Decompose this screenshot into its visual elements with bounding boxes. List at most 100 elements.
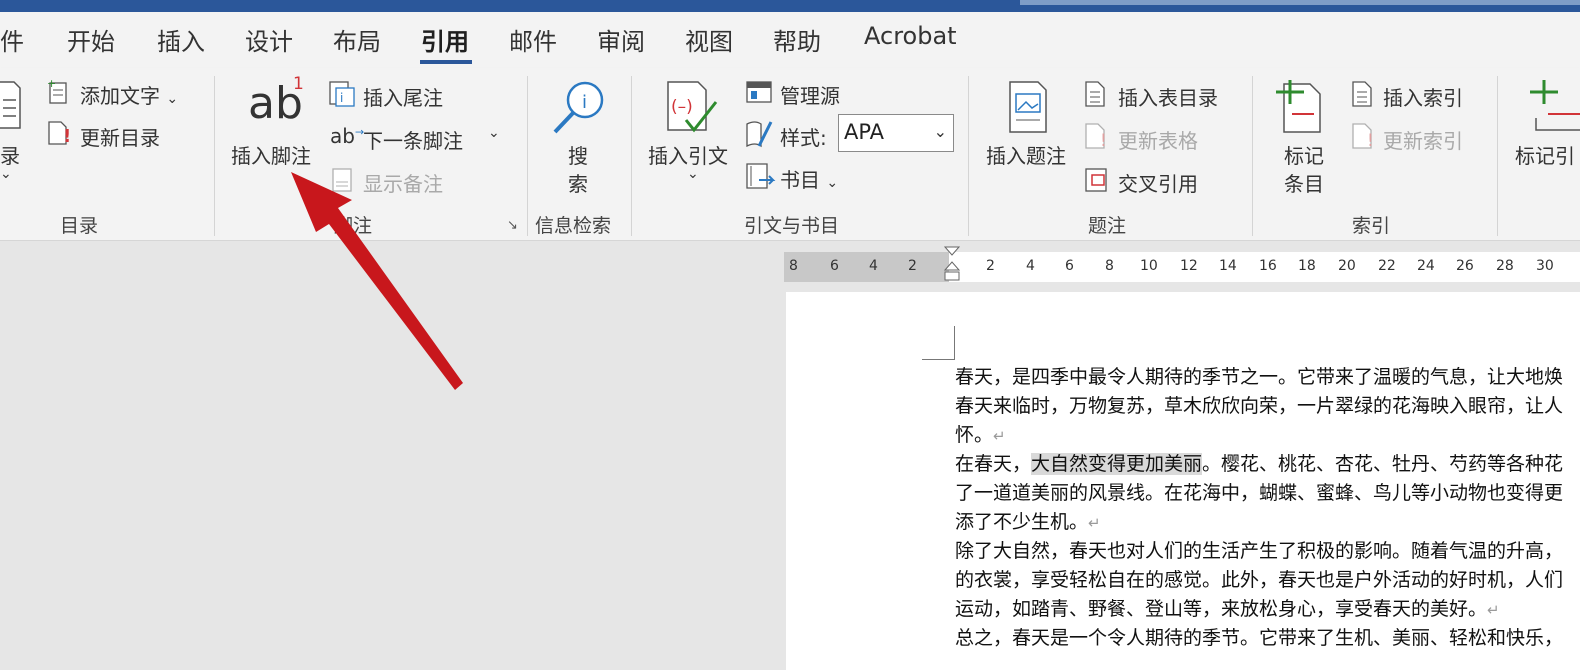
group-separator bbox=[1252, 76, 1253, 236]
document-line-text: 添了不少生机。 bbox=[955, 511, 1089, 533]
group-label-captions: 题注 bbox=[1088, 215, 1127, 237]
insert-table-of-figures-button[interactable]: 插入表目录 bbox=[1118, 82, 1218, 111]
update-toc-button[interactable]: 更新目录 bbox=[80, 122, 160, 151]
ruler-number: 14 bbox=[1219, 258, 1237, 274]
next-footnote-button[interactable]: 下一条脚注 bbox=[363, 125, 463, 154]
next-footnote-icon: ab→ bbox=[330, 124, 365, 148]
svg-text:!: ! bbox=[1100, 131, 1107, 150]
tab-references[interactable]: 引用 bbox=[421, 22, 469, 57]
ruler-number: 10 bbox=[1140, 258, 1158, 274]
mark-citation-button[interactable]: 标记引 bbox=[1515, 140, 1575, 169]
document-line[interactable]: 的衣裳，享受轻松自在的感觉。此外，春天也是户外活动的好时机，人们 bbox=[955, 566, 1563, 595]
document-line[interactable]: 春天，是四季中最令人期待的季节之一。它带来了温暖的气息，让大地焕 bbox=[955, 363, 1563, 392]
ruler-number: 6 bbox=[830, 258, 839, 274]
tab-help[interactable]: 帮助 bbox=[773, 22, 821, 57]
group-separator bbox=[1497, 76, 1498, 236]
tab-insert[interactable]: 插入 bbox=[157, 22, 205, 57]
ribbon: 录 ⌄ + 添加文字 ⌄ ! 更新目录 目录 ab 1 插入脚注 i 插入尾注 … bbox=[0, 68, 1580, 241]
document-line[interactable]: 春天来临时，万物复苏，草木欣欣向荣，一片翠绿的花海映入眼帘，让人 bbox=[955, 392, 1563, 421]
insert-citation-icon: (–) bbox=[667, 81, 718, 133]
document-line-text: 春天，是四季中最令人期待的季节之一。它带来了温暖的气息，让大地焕 bbox=[955, 366, 1564, 388]
document-line-text: 。樱花、桃花、杏花、牡丹、芍药等各种花 bbox=[1202, 453, 1564, 475]
insert-endnote-button[interactable]: 插入尾注 bbox=[363, 82, 443, 111]
bibliography-button[interactable]: 书目 ⌄ bbox=[780, 164, 838, 193]
update-index-icon: ! bbox=[1352, 123, 1374, 150]
document-line[interactable]: 了一道道美丽的风景线。在花海中，蝴蝶、蜜蜂、鸟儿等小动物也变得更 bbox=[955, 479, 1563, 508]
ruler-number: 8 bbox=[1105, 258, 1114, 274]
document-line-text: 除了大自然，春天也对人们的生活产生了积极的影响。随着气温的升高， bbox=[955, 540, 1564, 562]
tab-acrobat[interactable]: Acrobat bbox=[864, 22, 957, 50]
citation-style-label: 样式: bbox=[780, 126, 827, 150]
group-separator bbox=[968, 76, 969, 236]
ruler-number: 4 bbox=[1026, 258, 1035, 274]
insert-table-of-figures-icon bbox=[1085, 81, 1105, 107]
insert-index-button[interactable]: 插入索引 bbox=[1383, 82, 1463, 111]
ruler-margin-area bbox=[784, 252, 949, 282]
search-button-label-2[interactable]: 索 bbox=[568, 168, 588, 197]
document-line-text: 的衣裳，享受轻松自在的感觉。此外，春天也是户外活动的好时机，人们 bbox=[955, 569, 1564, 591]
svg-text:!: ! bbox=[1367, 131, 1374, 150]
tab-home[interactable]: 开始 bbox=[67, 22, 115, 57]
toc-button-label[interactable]: 录 bbox=[0, 140, 20, 169]
footnotes-dialog-launcher-icon[interactable]: ↘ bbox=[507, 218, 518, 233]
insert-caption-icon bbox=[1009, 81, 1047, 133]
document-line[interactable]: 在春天，大自然变得更加美丽。樱花、桃花、杏花、牡丹、芍药等各种花 bbox=[955, 450, 1563, 479]
selected-text[interactable]: 大自然变得更加美丽 bbox=[1031, 453, 1203, 475]
update-index-button[interactable]: 更新索引 bbox=[1383, 125, 1463, 154]
insert-citation-dropdown-chevron[interactable]: ⌄ bbox=[687, 166, 699, 182]
show-notes-button[interactable]: 显示备注 bbox=[363, 168, 443, 197]
ruler-number: 6 bbox=[1065, 258, 1074, 274]
document-line[interactable]: 总之，春天是一个令人期待的季节。它带来了生机、美丽、轻松和快乐， bbox=[955, 624, 1563, 653]
tab-mailings[interactable]: 邮件 bbox=[509, 22, 557, 57]
next-footnote-dropdown-chevron[interactable]: ⌄ bbox=[488, 125, 500, 141]
tab-file[interactable]: 件 bbox=[0, 22, 24, 57]
insert-endnote-icon: i bbox=[329, 81, 355, 107]
title-search-box[interactable] bbox=[1020, 0, 1580, 5]
citation-style-select[interactable]: APA ⌄ bbox=[838, 114, 954, 152]
title-bar bbox=[0, 0, 1580, 12]
document-line-text: 怀。 bbox=[955, 424, 994, 446]
document-line-text: 运动，如踏青、野餐、登山等，来放松身心，享受春天的美好。 bbox=[955, 598, 1488, 620]
search-button-label-1[interactable]: 搜 bbox=[568, 140, 588, 169]
group-label-toc: 目录 bbox=[60, 215, 99, 237]
ruler-number: 26 bbox=[1456, 258, 1474, 274]
document-line[interactable]: 添了不少生机。↵ bbox=[955, 508, 1101, 538]
ruler-number: 24 bbox=[1417, 258, 1435, 274]
document-line-text: 在春天， bbox=[955, 453, 1032, 475]
document-line[interactable]: 除了大自然，春天也对人们的生活产生了积极的影响。随着气温的升高， bbox=[955, 537, 1563, 566]
ruler-number: 20 bbox=[1338, 258, 1356, 274]
search-icon: i bbox=[553, 81, 604, 134]
ruler-number: 8 bbox=[789, 258, 798, 274]
document-line-text: 了一道道美丽的风景线。在花海中，蝴蝶、蜜蜂、鸟儿等小动物也变得更 bbox=[955, 482, 1564, 504]
chevron-down-icon: ⌄ bbox=[933, 122, 947, 141]
tab-design[interactable]: 设计 bbox=[245, 22, 293, 57]
indent-marker-icon[interactable] bbox=[944, 246, 960, 290]
tab-layout[interactable]: 布局 bbox=[333, 22, 381, 57]
toc-dropdown-chevron[interactable]: ⌄ bbox=[0, 166, 12, 182]
ruler-number: 12 bbox=[1180, 258, 1198, 274]
insert-footnote-button[interactable]: 插入脚注 bbox=[231, 140, 311, 169]
manage-sources-button[interactable]: 管理源 bbox=[780, 80, 840, 109]
insert-citation-button[interactable]: 插入引文 bbox=[648, 140, 728, 169]
tab-view[interactable]: 视图 bbox=[685, 22, 733, 57]
add-text-icon: + bbox=[47, 78, 67, 104]
horizontal-ruler[interactable]: 8 6 4 2 2 4 6 8 10 12 14 16 18 20 22 24 … bbox=[784, 246, 1580, 282]
document-line[interactable]: 怀。↵ bbox=[955, 421, 1006, 451]
paragraph-mark-icon: ↵ bbox=[1487, 601, 1500, 619]
add-text-button[interactable]: 添加文字 ⌄ bbox=[80, 80, 178, 109]
group-separator bbox=[527, 76, 528, 236]
document-line[interactable]: 运动，如踏青、野餐、登山等，来放松身心，享受春天的美好。↵ bbox=[955, 595, 1500, 625]
group-label-research: 信息检索 bbox=[535, 215, 612, 237]
update-table-button[interactable]: 更新表格 bbox=[1118, 125, 1198, 154]
mark-entry-button-label-2[interactable]: 条目 bbox=[1284, 168, 1324, 197]
insert-index-icon bbox=[1352, 81, 1372, 107]
insert-caption-button[interactable]: 插入题注 bbox=[986, 140, 1066, 169]
document-line-text: 春天来临时，万物复苏，草木欣欣向荣，一片翠绿的花海映入眼帘，让人 bbox=[955, 395, 1564, 417]
cross-reference-button[interactable]: 交叉引用 bbox=[1118, 168, 1198, 197]
tab-review[interactable]: 审阅 bbox=[597, 22, 645, 57]
ruler-number: 18 bbox=[1298, 258, 1316, 274]
table-of-contents-icon bbox=[0, 81, 21, 129]
mark-entry-button-label-1[interactable]: 标记 bbox=[1284, 140, 1324, 169]
manage-sources-icon bbox=[746, 81, 772, 103]
ruler-number: 16 bbox=[1259, 258, 1277, 274]
